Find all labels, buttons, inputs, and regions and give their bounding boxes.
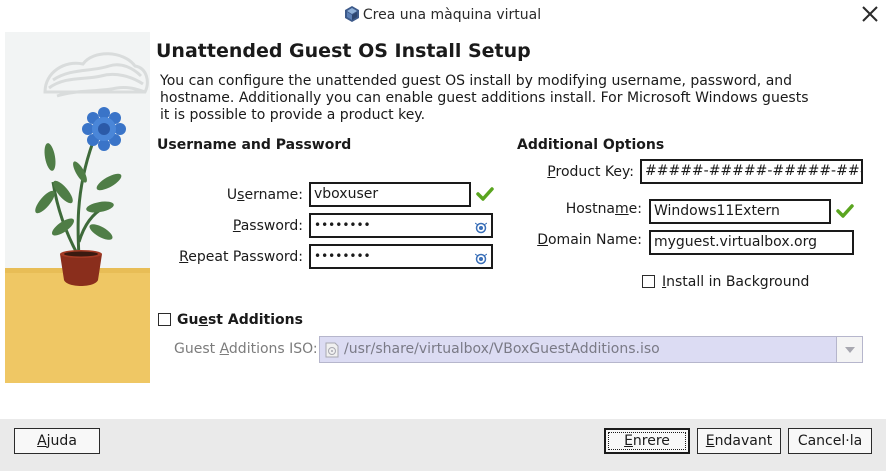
close-icon bbox=[861, 5, 879, 27]
guest-additions-iso-label: Guest Additions ISO: bbox=[174, 341, 318, 357]
password-label: Password: bbox=[232, 218, 303, 234]
repeat-password-label: Repeat Password: bbox=[179, 249, 303, 265]
install-in-background-checkbox[interactable] bbox=[642, 275, 655, 288]
guest-additions-iso-select[interactable]: /usr/share/virtualbox/VBoxGuestAdditions… bbox=[319, 336, 863, 363]
disc-file-icon bbox=[325, 342, 339, 362]
iso-path-value: /usr/share/virtualbox/VBoxGuestAdditions… bbox=[344, 341, 660, 357]
product-key-label: Product Key: bbox=[547, 164, 634, 180]
valid-check-icon bbox=[836, 203, 854, 223]
title-bar: Crea una màquina virtual bbox=[0, 0, 886, 31]
password-value: •••••••• bbox=[314, 218, 371, 232]
window-title: Crea una màquina virtual bbox=[362, 7, 542, 23]
password-input[interactable]: •••••••• bbox=[309, 213, 493, 238]
hostname-input[interactable]: Windows11Extern bbox=[649, 199, 831, 224]
show-password-icon[interactable] bbox=[474, 251, 488, 267]
show-password-icon[interactable] bbox=[474, 220, 488, 236]
page-title: Unattended Guest OS Install Setup bbox=[156, 40, 531, 62]
valid-check-icon bbox=[476, 186, 494, 206]
next-button[interactable]: Endavant bbox=[697, 428, 781, 454]
cancel-button[interactable]: Cancel·la bbox=[788, 428, 872, 454]
chevron-down-icon[interactable] bbox=[836, 337, 862, 362]
install-in-background-label[interactable]: Install in Background bbox=[662, 274, 809, 290]
back-button[interactable]: Enrere bbox=[604, 428, 690, 454]
repeat-password-value: •••••••• bbox=[314, 249, 371, 263]
username-label: Username: bbox=[226, 187, 303, 203]
product-key-input[interactable]: #####-#####-#####-#####- bbox=[640, 159, 863, 184]
additional-options-heading: Additional Options bbox=[517, 137, 665, 153]
page-description: You can configure the unattended guest O… bbox=[160, 73, 809, 123]
hostname-label: Hostname: bbox=[565, 201, 642, 217]
wizard-illustration bbox=[5, 32, 150, 383]
credentials-heading: Username and Password bbox=[157, 137, 352, 153]
help-button[interactable]: Ajuda bbox=[14, 428, 100, 454]
guest-additions-label[interactable]: Guest Additions bbox=[177, 312, 303, 328]
repeat-password-input[interactable]: •••••••• bbox=[309, 244, 493, 269]
close-button[interactable] bbox=[858, 4, 882, 28]
wizard-footer: Ajuda Enrere Endavant Cancel·la bbox=[0, 419, 886, 471]
virtualbox-icon bbox=[344, 6, 359, 26]
domain-name-input[interactable]: myguest.virtualbox.org bbox=[649, 230, 854, 255]
domain-name-label: Domain Name: bbox=[537, 232, 642, 248]
username-input[interactable]: vboxuser bbox=[309, 182, 471, 207]
guest-additions-checkbox[interactable] bbox=[158, 313, 171, 326]
